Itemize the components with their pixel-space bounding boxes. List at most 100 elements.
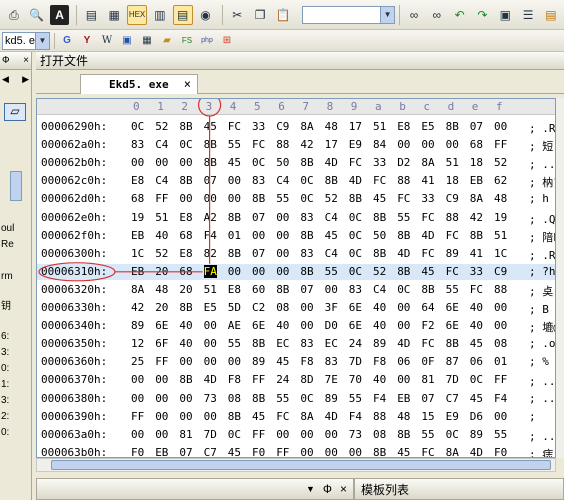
hex-byte[interactable]: 00 [131,156,144,169]
hex-byte[interactable]: 42 [470,211,483,224]
hex-byte[interactable]: 52 [155,120,168,133]
google-icon[interactable]: G [59,33,75,49]
hex-byte[interactable]: FA [203,264,217,278]
hex-byte[interactable]: 07 [300,283,313,296]
hex-byte[interactable]: FC [446,265,459,278]
hex-byte[interactable]: 00 [300,446,313,457]
hex-byte[interactable]: D0 [325,319,338,332]
hex-byte[interactable]: 89 [325,392,338,405]
hex-byte[interactable]: 00 [228,265,241,278]
hex-row[interactable]: 00006330h: 42 20 8B E5 5D C2 08 00 3F 6E 40 00 64 6E 40… [37,300,555,316]
hex-byte[interactable]: 00 [397,301,410,314]
hex-byte[interactable]: 07 [252,211,265,224]
hex-byte[interactable]: 83 [131,138,144,151]
hex-byte[interactable]: 40 [373,301,386,314]
hex-byte[interactable]: 89 [470,428,483,441]
hex-byte[interactable]: 82 [204,247,217,260]
chevron-down-icon[interactable]: ▼ [35,32,49,49]
hex-byte[interactable]: FC [349,156,362,169]
search-combo[interactable]: ▼ [301,5,396,24]
hex-byte[interactable]: 8B [179,301,192,314]
close-icon[interactable]: × [23,55,29,66]
hex-byte[interactable]: 6F [155,337,168,350]
hex-byte[interactable]: 00 [155,392,168,405]
hex-byte[interactable]: 84 [373,138,386,151]
hex-byte[interactable]: 89 [446,247,459,260]
hex-byte[interactable]: 00 [349,446,362,457]
hex-byte[interactable]: 00 [204,337,217,350]
hex-byte[interactable]: 50 [373,229,386,242]
hex-byte[interactable]: 08 [494,337,507,350]
hex-byte[interactable]: F8 [228,373,241,386]
hex-byte[interactable]: 62 [494,174,507,187]
hex-byte[interactable]: F4 [349,410,362,423]
hex-byte[interactable]: 8B [373,247,386,260]
hex-byte[interactable]: F4 [494,392,507,405]
hex-byte[interactable]: 6E [349,301,362,314]
hex-byte[interactable]: 0C [300,192,313,205]
hex-byte[interactable]: FC [373,174,386,187]
hex-byte[interactable]: 73 [204,392,217,405]
hex-byte[interactable]: 51 [494,229,507,242]
hex-byte[interactable]: 0C [446,428,459,441]
hex-byte[interactable]: 33 [470,265,483,278]
hex-byte[interactable]: 24 [276,373,289,386]
hex-byte[interactable]: 68 [131,192,144,205]
binoculars-icon[interactable]: ∞ [404,5,424,25]
hex-byte[interactable]: 8B [179,120,192,133]
hex-byte[interactable]: 33 [373,156,386,169]
horizontal-scroll-thumb[interactable] [51,460,551,470]
hex-byte[interactable]: F4 [373,392,386,405]
hex-row[interactable]: 000063a0h: 00 00 81 7D 0C FF 00 00 00 73 08 8B 55 0C 89… [37,427,555,443]
hex-byte[interactable]: 52 [373,265,386,278]
hex-byte[interactable]: E8 [179,211,192,224]
tab-file[interactable]: Ekd5. exe × [80,74,198,94]
hex-byte[interactable]: 8A [300,410,313,423]
hex-byte[interactable]: 8A [300,120,313,133]
hex-byte[interactable]: FF [252,373,265,386]
hex-byte[interactable]: 00 [204,319,217,332]
hex-byte[interactable]: 45 [325,229,338,242]
pin-icon[interactable]: Ф [2,55,10,66]
hex-byte[interactable]: FF [155,192,168,205]
hex-row[interactable]: 00006360h: 25 FF 00 00 00 89 45 F8 83 7D F8 06 0F 87 06… [37,354,555,370]
hex-byte[interactable]: 8B [252,192,265,205]
hex-row[interactable]: 00006310h: EB 20 68 FA 00 00 00 8B 55 0C 52 8B 45 FC 33… [37,263,555,280]
hex-byte[interactable]: EB [397,392,410,405]
font-icon[interactable]: A [49,4,70,25]
hex-byte[interactable]: EB [470,174,483,187]
hex-byte[interactable]: 7D [446,373,459,386]
hex-byte[interactable]: 45 [470,392,483,405]
hex-byte[interactable]: C4 [276,174,289,187]
hex-byte[interactable]: FC [421,211,434,224]
hex-byte[interactable]: 00 [397,138,410,151]
hex-byte[interactable]: F8 [373,355,386,368]
hex-byte[interactable]: 4D [325,410,338,423]
hex-byte[interactable]: 00 [155,373,168,386]
hex-byte[interactable]: 55 [494,428,507,441]
hex-byte[interactable]: 64 [421,301,434,314]
hex-byte[interactable]: FF [252,428,265,441]
hex-byte[interactable]: C4 [155,174,168,187]
document-view-icon[interactable]: ▤ [172,4,193,25]
arrow-left-icon[interactable]: ◀ [2,74,9,85]
hex-byte[interactable]: 8A [446,446,459,457]
hex-byte[interactable]: 83 [300,337,313,350]
hex-row[interactable]: 000062d0h: 68 FF 00 00 00 8B 55 0C 52 8B 45 FC 33 C9 8A… [37,191,555,207]
hex-byte[interactable]: 45 [228,446,241,457]
hex-byte[interactable]: 7E [325,373,338,386]
hex-byte[interactable]: E8 [131,174,144,187]
hex-byte[interactable]: 55 [421,428,434,441]
hex-byte[interactable]: 8B [204,156,217,169]
hex-byte[interactable]: 42 [131,301,144,314]
hex-byte[interactable]: 8B [300,229,313,242]
hex-byte[interactable]: C7 [204,446,217,457]
hex-byte[interactable]: 55 [446,283,459,296]
hex-byte[interactable]: FC [421,247,434,260]
hex-byte[interactable]: 3F [325,301,338,314]
pin-icon[interactable]: Ф [323,482,332,496]
hex-byte[interactable]: 40 [373,373,386,386]
hex-byte[interactable]: 81 [421,373,434,386]
hex-byte[interactable]: 1C [494,247,507,260]
hex-byte[interactable]: 07 [204,174,217,187]
